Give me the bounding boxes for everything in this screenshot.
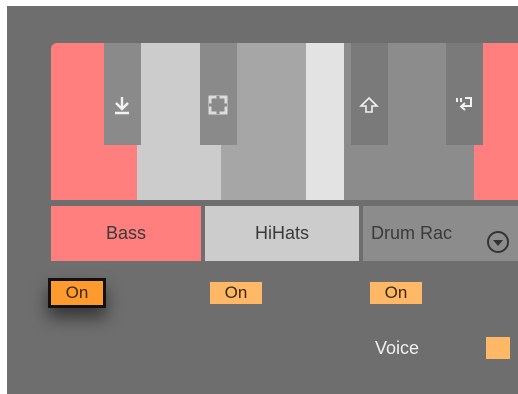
return-arrow-icon[interactable] [453,94,475,116]
key-control[interactable] [104,43,141,145]
chain-tab-label: Drum Rac [371,223,453,243]
key-control[interactable] [351,43,388,145]
voice-toggle[interactable] [486,337,510,359]
zone-segment[interactable] [306,43,344,200]
key-control[interactable] [446,43,483,145]
key-control[interactable] [200,43,237,145]
split-square-icon[interactable] [207,94,229,116]
voice-label: Voice [375,338,420,358]
chevron-down-circle-icon[interactable] [486,221,510,253]
on-label: On [65,283,89,302]
drum-rack-on-button[interactable]: On [370,282,422,304]
up-arrow-outline-icon[interactable] [358,94,380,116]
on-label: On [224,283,248,302]
bass-on-button[interactable]: On [48,278,106,308]
chain-tab-hihats[interactable]: HiHats [205,206,359,261]
chain-tab-label: Bass [105,223,147,243]
download-arrow-icon[interactable] [111,94,133,116]
hihats-on-button[interactable]: On [210,282,262,304]
key-zone-editor[interactable] [51,43,518,200]
on-label: On [384,283,408,302]
device-panel: Bass HiHats Drum Rac On On On Voice [7,6,518,394]
chain-tab-label: HiHats [254,223,309,243]
chain-tab-bass[interactable]: Bass [51,206,201,261]
chain-tab-drum-rack[interactable]: Drum Rac [363,206,518,261]
